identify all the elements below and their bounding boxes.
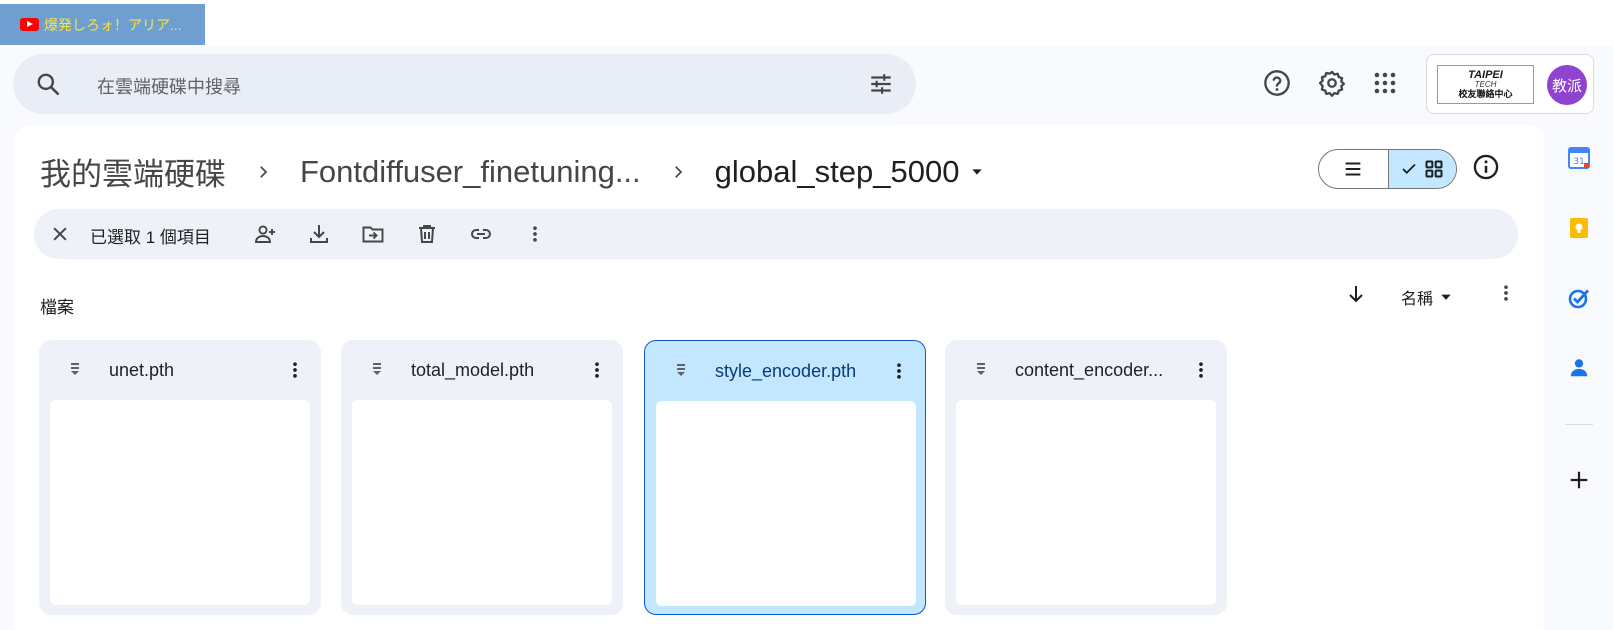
grid-view-button[interactable] <box>1387 150 1456 188</box>
tasks-icon[interactable] <box>1565 284 1593 312</box>
more-actions-icon[interactable] <box>523 222 547 246</box>
dropdown-caret-icon <box>1441 294 1451 300</box>
breadcrumb: 我的雲端硬碟 Fontdiffuser_finetuning... global… <box>40 149 985 194</box>
main-panel: 我的雲端硬碟 Fontdiffuser_finetuning... global… <box>14 125 1544 630</box>
move-to-folder-icon[interactable] <box>361 222 385 246</box>
info-icon[interactable] <box>1472 153 1500 186</box>
search-icon[interactable] <box>35 71 61 102</box>
file-type-icon <box>67 361 83 382</box>
account-switcher[interactable]: TAIPEI TECH 校友聯絡中心 教派 <box>1426 54 1594 114</box>
file-thumbnail <box>956 400 1216 605</box>
current-folder-label: global_step_5000 <box>714 153 960 189</box>
rail-divider <box>1565 424 1593 425</box>
add-plus-icon[interactable] <box>1565 466 1593 494</box>
dropdown-caret-icon <box>972 168 983 175</box>
copy-link-icon[interactable] <box>469 222 493 246</box>
download-icon[interactable] <box>307 222 331 246</box>
view-toggle <box>1318 149 1457 189</box>
apps-grid-icon[interactable] <box>1368 66 1402 100</box>
share-add-person-icon[interactable] <box>253 222 277 246</box>
avatar[interactable]: 教派 <box>1547 65 1587 105</box>
chevron-right-icon <box>226 163 300 181</box>
file-type-icon <box>673 362 689 383</box>
keep-notes-icon[interactable] <box>1565 214 1593 242</box>
search-input[interactable]: 在雲端硬碟中搜尋 <box>97 73 241 99</box>
file-card-selected[interactable]: style_encoder.pth <box>644 340 926 615</box>
calendar-icon[interactable]: 31 <box>1565 144 1593 172</box>
youtube-tab-title: 爆発しろォ！アリア... <box>44 16 182 33</box>
youtube-icon <box>20 18 39 31</box>
search-options-icon[interactable] <box>868 71 894 102</box>
file-thumbnail <box>656 401 916 606</box>
youtube-tab[interactable]: 爆発しろォ！アリア... <box>0 4 205 45</box>
file-card[interactable]: unet.pth <box>39 340 321 615</box>
file-type-icon <box>973 361 989 382</box>
settings-gear-icon[interactable] <box>1315 66 1349 100</box>
files-section-heading: 檔案 <box>40 298 74 317</box>
help-icon[interactable] <box>1260 66 1294 100</box>
file-more-icon[interactable] <box>1191 360 1211 385</box>
organization-logo: TAIPEI TECH 校友聯絡中心 <box>1437 65 1534 104</box>
grid-icon <box>1425 160 1443 178</box>
breadcrumb-item-my-drive[interactable]: 我的雲端硬碟 <box>40 149 226 194</box>
check-icon <box>1402 163 1416 175</box>
svg-text:31: 31 <box>1573 157 1584 167</box>
file-thumbnail <box>352 400 612 605</box>
trash-icon[interactable] <box>415 222 439 246</box>
chevron-right-icon <box>641 163 715 181</box>
selection-toolbar: 已選取 1 個項目 <box>34 209 1518 259</box>
breadcrumb-item-folder[interactable]: Fontdiffuser_finetuning... <box>300 154 641 190</box>
file-name: content_encoder... <box>1015 360 1164 380</box>
breadcrumb-current-folder[interactable]: global_step_5000 <box>715 154 986 190</box>
sort-by-label: 名稱 <box>1401 291 1434 308</box>
file-thumbnail <box>50 400 310 605</box>
file-name: total_model.pth <box>411 360 535 380</box>
list-icon <box>1345 162 1361 176</box>
file-card[interactable]: content_encoder... <box>945 340 1227 615</box>
file-more-icon[interactable] <box>587 360 607 385</box>
file-more-icon[interactable] <box>889 361 909 386</box>
file-name: unet.pth <box>109 360 175 380</box>
list-view-button[interactable] <box>1319 150 1388 188</box>
more-options-icon[interactable] <box>1496 283 1516 308</box>
file-card[interactable]: total_model.pth <box>341 340 623 615</box>
clear-selection-close-icon[interactable] <box>48 222 72 246</box>
file-more-icon[interactable] <box>285 360 305 385</box>
file-name: style_encoder.pth <box>715 361 857 381</box>
sort-by-dropdown[interactable]: 名稱 <box>1401 285 1453 309</box>
contacts-icon[interactable] <box>1565 354 1593 382</box>
sort-direction-arrow-icon[interactable] <box>1344 282 1368 311</box>
top-strip: 爆発しろォ！アリア... <box>0 0 1613 47</box>
selection-count: 已選取 1 個項目 <box>90 228 211 247</box>
search-bar[interactable]: 在雲端硬碟中搜尋 <box>13 54 916 114</box>
file-type-icon <box>369 361 385 382</box>
